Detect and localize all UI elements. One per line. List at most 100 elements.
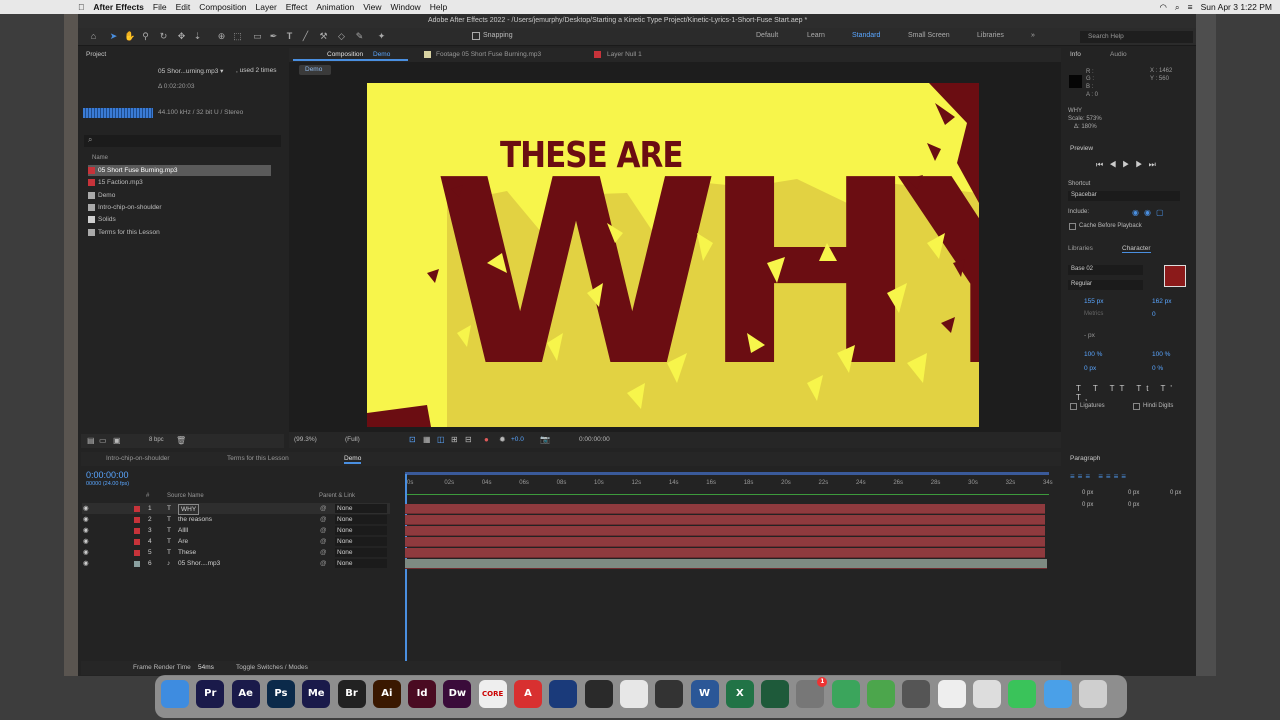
dock-pen-app-icon[interactable]: [761, 680, 790, 708]
menu-edit[interactable]: Edit: [176, 2, 200, 12]
dock-cinema4d-icon[interactable]: [655, 680, 684, 708]
mask-visibility-icon[interactable]: ◫: [437, 435, 445, 444]
dock-after-effects-icon[interactable]: Ae: [231, 680, 260, 708]
project-item[interactable]: Terms for this Lesson: [88, 227, 271, 238]
col-source-name[interactable]: Source Name: [167, 493, 204, 499]
type-tool-icon[interactable]: T: [284, 31, 295, 42]
menu-window[interactable]: Window: [390, 2, 429, 12]
region-of-interest-icon[interactable]: ⊡: [409, 435, 416, 444]
fill-color-swatch[interactable]: [1164, 265, 1186, 287]
snapping-checkbox[interactable]: [472, 32, 480, 40]
project-item[interactable]: 05 Short Fuse Burning.mp3: [88, 165, 271, 176]
layer-duration-bar[interactable]: [405, 559, 1047, 569]
project-item[interactable]: Demo: [88, 190, 271, 201]
hindi-digits-checkbox[interactable]: [1133, 403, 1140, 410]
snapshot-icon[interactable]: 📷: [540, 435, 550, 444]
tab-intro-chip[interactable]: Intro-chip-on-shoulder: [106, 455, 170, 462]
col-parent[interactable]: Parent & Link: [319, 493, 355, 499]
home-icon[interactable]: ⌂: [88, 31, 99, 42]
dock-audition-icon[interactable]: [549, 680, 578, 708]
tab-character[interactable]: Character: [1122, 245, 1151, 253]
dock-media-encoder-icon[interactable]: Me: [302, 680, 331, 708]
layer-row[interactable]: ◉ 1 T WHY @ None: [82, 503, 390, 515]
zoom-tool-icon[interactable]: ⚲: [140, 31, 151, 42]
eye-icon[interactable]: ◉: [83, 525, 89, 536]
parent-dropdown[interactable]: None: [335, 504, 387, 513]
tab-terms[interactable]: Terms for this Lesson: [227, 455, 289, 462]
dolly-tool-icon[interactable]: ⇣: [192, 31, 203, 42]
indent-left-value[interactable]: 0 px: [1082, 490, 1093, 496]
font-family-dropdown[interactable]: Base 02: [1068, 265, 1143, 275]
dock-chrome-icon[interactable]: [619, 680, 648, 708]
label-color-icon[interactable]: [134, 561, 140, 567]
interpret-footage-icon[interactable]: ▤: [87, 436, 95, 445]
view-options-icon[interactable]: ⊟: [465, 435, 472, 444]
vertical-scale-value[interactable]: 100 %: [1084, 351, 1102, 358]
anchor-tool-icon[interactable]: ⊕: [216, 31, 227, 42]
time-ruler[interactable]: 0s 02s 04s 06s 08s 10s 12s 14s 16s 18s 20s 22s 24s 26…: [405, 480, 1053, 490]
pickwhip-icon[interactable]: @: [320, 525, 327, 536]
selection-tool-icon[interactable]: ➤: [108, 31, 119, 42]
pan-tool-icon[interactable]: ✥: [176, 31, 187, 42]
project-preview-name[interactable]: 05 Shor...urning.mp3 ▾: [158, 67, 223, 75]
orbit-tool-icon[interactable]: ↻: [158, 31, 169, 42]
search-help-input[interactable]: Search Help: [1080, 31, 1193, 43]
workspace-learn[interactable]: Learn: [807, 32, 825, 39]
eye-icon[interactable]: ◉: [83, 514, 89, 525]
dock-corel-icon[interactable]: CORE: [478, 680, 507, 708]
project-column-name[interactable]: Name: [92, 155, 108, 161]
dock-system-preferences-icon[interactable]: 1: [796, 677, 828, 708]
apple-icon[interactable]: : [0, 2, 93, 12]
pickwhip-icon[interactable]: @: [320, 503, 327, 514]
workspace-standard[interactable]: Standard: [852, 32, 880, 39]
timeline-timecode[interactable]: 0:00:00:00: [86, 470, 129, 480]
pickwhip-icon[interactable]: @: [320, 536, 327, 547]
dock-word-icon[interactable]: W: [690, 680, 719, 708]
menu-animation[interactable]: Animation: [316, 2, 363, 12]
dock-acrobat-icon[interactable]: A: [514, 680, 542, 708]
roto-tool-icon[interactable]: ✎: [354, 31, 365, 42]
layer-name[interactable]: Are: [178, 536, 188, 547]
stroke-value[interactable]: - px: [1084, 332, 1095, 339]
workspace-small-screen[interactable]: Small Screen: [908, 32, 950, 39]
ligatures-checkbox[interactable]: [1070, 403, 1077, 410]
align-buttons[interactable]: ≡≡≡ ≡≡≡≡: [1070, 472, 1129, 481]
menu-layer[interactable]: Layer: [256, 2, 286, 12]
transparency-grid-icon[interactable]: ▦: [423, 435, 431, 444]
layer-duration-bar[interactable]: [405, 526, 1045, 536]
layer-duration-bar[interactable]: [405, 515, 1045, 525]
workspace-default[interactable]: Default: [756, 32, 778, 39]
project-item[interactable]: Solids: [88, 214, 271, 225]
shortcut-dropdown[interactable]: Spacebar: [1068, 191, 1180, 201]
trash-icon[interactable]: 🗑: [176, 436, 186, 445]
dock-indesign-icon[interactable]: Id: [408, 680, 437, 708]
mask-tool-icon[interactable]: ⬚: [232, 31, 243, 42]
guides-icon[interactable]: ⊞: [451, 435, 458, 444]
label-color-icon[interactable]: [134, 539, 140, 545]
layer-name[interactable]: the reasons: [178, 514, 212, 525]
label-color-icon[interactable]: [134, 550, 140, 556]
tab-demo[interactable]: Demo: [344, 455, 362, 464]
layer-duration-bar[interactable]: [405, 537, 1045, 547]
eye-icon[interactable]: ◉: [83, 536, 89, 547]
dock-downloads-icon[interactable]: [1043, 680, 1072, 708]
menu-app-name[interactable]: After Effects: [93, 2, 153, 12]
pickwhip-icon[interactable]: @: [320, 558, 327, 569]
pickwhip-icon[interactable]: @: [320, 547, 327, 558]
dock-capture-icon[interactable]: [584, 680, 613, 708]
project-panel-title[interactable]: Project: [86, 51, 106, 58]
tab-composition-demo[interactable]: Composition Demo: [293, 50, 408, 61]
cache-checkbox[interactable]: [1069, 223, 1076, 230]
paragraph-title[interactable]: Paragraph: [1070, 455, 1100, 462]
dock-bridge-icon[interactable]: Br: [337, 680, 366, 708]
dock-texteditor-icon[interactable]: [937, 680, 966, 708]
dock-fonts-icon[interactable]: [972, 680, 1001, 708]
dock-photoshop-icon[interactable]: Ps: [266, 680, 295, 708]
eraser-tool-icon[interactable]: ◇: [336, 31, 347, 42]
layer-duration-bar[interactable]: [405, 504, 1045, 514]
exposure-value[interactable]: +0.0: [511, 436, 524, 443]
space-after-value[interactable]: 0 px: [1128, 502, 1139, 508]
clock[interactable]: Sun Apr 3 1:22 PM: [1201, 2, 1272, 12]
tab-footage[interactable]: Footage 05 Short Fuse Burning.mp3: [436, 51, 541, 58]
project-search-input[interactable]: ⌕: [84, 135, 281, 147]
